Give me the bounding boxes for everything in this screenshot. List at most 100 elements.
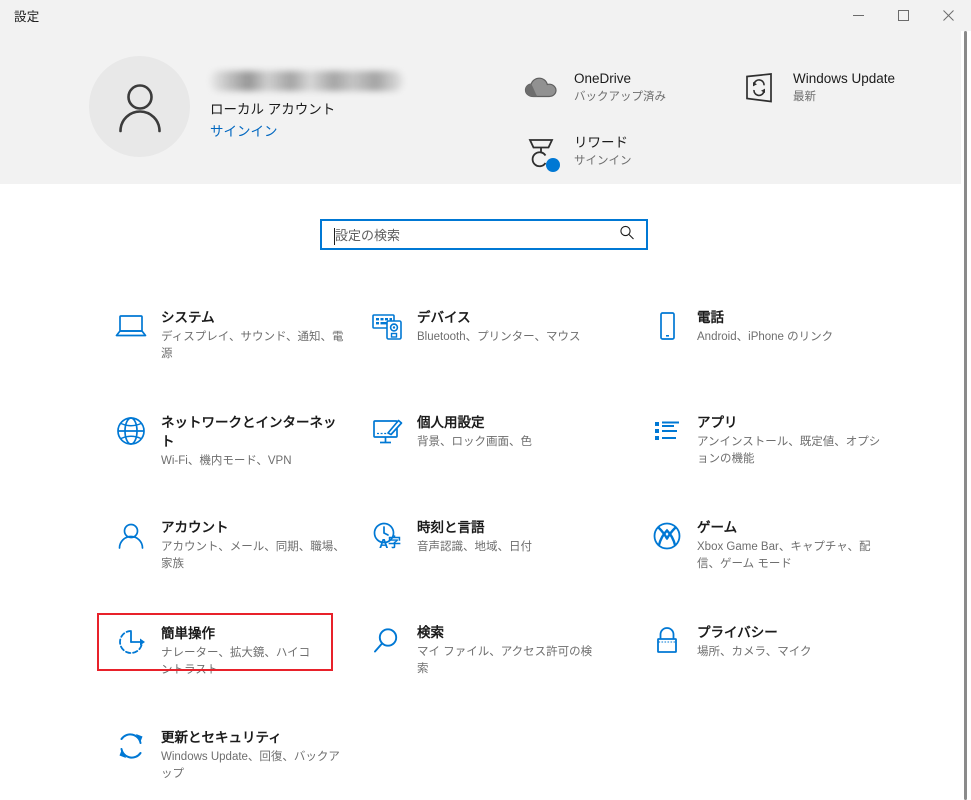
service-subtitle: 最新 (793, 89, 895, 106)
tile-subtitle: Bluetooth、プリンター、マウス (417, 329, 580, 346)
tile-privacy[interactable]: プライバシー 場所、カメラ、マイク (635, 615, 891, 673)
tile-subtitle: 場所、カメラ、マイク (697, 644, 812, 661)
service-title: OneDrive (574, 70, 666, 88)
tile-subtitle: Android、iPhone のリンク (697, 329, 833, 346)
tile-phone[interactable]: 電話 Android、iPhone のリンク (635, 300, 891, 358)
tile-title: 簡単操作 (161, 624, 321, 643)
tile-personalization[interactable]: 個人用設定 背景、ロック画面、色 (355, 405, 611, 463)
search-input[interactable]: 設定の検索 (320, 219, 648, 250)
apps-list-icon (645, 413, 689, 455)
tile-gaming[interactable]: ゲーム Xbox Game Bar、キャプチャ、配信、ゲーム モード (635, 510, 891, 581)
tile-text: ゲーム Xbox Game Bar、キャプチャ、配信、ゲーム モード (697, 518, 881, 573)
tile-system[interactable]: システム ディスプレイ、サウンド、通知、電源 (99, 300, 355, 371)
tile-title: ゲーム (697, 518, 881, 537)
tile-title: 検索 (417, 623, 601, 642)
account-name-redacted (210, 71, 403, 91)
magnifier-icon (365, 623, 409, 665)
tile-title: アカウント (161, 518, 345, 537)
tile-subtitle: 音声認識、地域、日付 (417, 539, 532, 556)
rewards-medal-icon (520, 131, 562, 173)
tile-time-language[interactable]: A 字 時刻と言語 音声認識、地域、日付 (355, 510, 611, 568)
tile-apps[interactable]: アプリ アンインストール、既定値、オプションの機能 (635, 405, 891, 476)
service-rewards[interactable]: リワード サインイン (520, 131, 632, 173)
tile-title: プライバシー (697, 623, 812, 642)
maximize-button[interactable] (881, 0, 926, 31)
tile-title: 時刻と言語 (417, 518, 532, 537)
tile-title: 電話 (697, 308, 833, 327)
window-controls (836, 0, 971, 31)
service-onedrive-text: OneDrive バックアップ済み (574, 67, 666, 106)
close-icon (943, 10, 954, 21)
service-subtitle: サインイン (574, 153, 632, 170)
tile-text: システム ディスプレイ、サウンド、通知、電源 (161, 308, 345, 363)
laptop-icon (109, 308, 153, 350)
tile-text: アカウント アカウント、メール、同期、職場、家族 (161, 518, 345, 573)
phone-icon (645, 308, 689, 350)
tile-update-security[interactable]: 更新とセキュリティ Windows Update、回復、バックアップ (99, 720, 355, 791)
tile-subtitle: ディスプレイ、サウンド、通知、電源 (161, 329, 345, 363)
globe-icon (109, 413, 153, 455)
tile-text: 簡単操作 ナレーター、拡大鏡、ハイコントラスト (161, 624, 321, 679)
onedrive-cloud-icon (520, 67, 562, 109)
rewards-notification-dot (546, 158, 560, 172)
search-container: 設定の検索 (320, 219, 648, 250)
tile-text: デバイス Bluetooth、プリンター、マウス (417, 308, 580, 346)
tile-ease-of-access[interactable]: 簡単操作 ナレーター、拡大鏡、ハイコントラスト (99, 615, 331, 669)
tile-text: アプリ アンインストール、既定値、オプションの機能 (697, 413, 881, 468)
update-security-icon (109, 728, 153, 770)
tile-subtitle: アンインストール、既定値、オプションの機能 (697, 434, 881, 468)
devices-keyboard-icon (365, 308, 409, 350)
tile-text: プライバシー 場所、カメラ、マイク (697, 623, 812, 661)
service-rewards-text: リワード サインイン (574, 131, 632, 170)
account-type-label: ローカル アカウント (210, 100, 403, 119)
avatar[interactable] (89, 56, 190, 157)
service-onedrive[interactable]: OneDrive バックアップ済み (520, 67, 666, 109)
personalization-brush-icon (365, 413, 409, 455)
tile-subtitle: Wi-Fi、機内モード、VPN (161, 453, 345, 470)
account-details: ローカル アカウント サインイン (210, 56, 403, 141)
tile-network-internet[interactable]: ネットワークとインターネット Wi-Fi、機内モード、VPN (99, 405, 355, 478)
account-section[interactable]: ローカル アカウント サインイン (89, 56, 403, 157)
settings-window: 設定 (0, 0, 971, 800)
vertical-scrollbar[interactable] (960, 31, 971, 800)
account-sign-in-link[interactable]: サインイン (210, 122, 403, 141)
time-language-icon: A 字 (365, 518, 409, 560)
tile-search[interactable]: 検索 マイ ファイル、アクセス許可の検索 (355, 615, 611, 686)
xbox-icon (645, 518, 689, 560)
account-header-band: ローカル アカウント サインイン OneDrive バックアップ済み (0, 31, 961, 184)
service-title: Windows Update (793, 70, 895, 88)
lock-icon (645, 623, 689, 665)
tile-title: ネットワークとインターネット (161, 413, 345, 451)
tile-title: デバイス (417, 308, 580, 327)
ease-of-access-icon (109, 624, 153, 666)
tile-title: システム (161, 308, 345, 327)
service-windows-update-text: Windows Update 最新 (793, 67, 895, 106)
minimize-icon (853, 10, 864, 21)
tile-title: 更新とセキュリティ (161, 728, 345, 747)
tile-subtitle: アカウント、メール、同期、職場、家族 (161, 539, 345, 573)
tile-subtitle: ナレーター、拡大鏡、ハイコントラスト (161, 645, 321, 679)
service-subtitle: バックアップ済み (574, 89, 666, 106)
tile-accounts[interactable]: アカウント アカウント、メール、同期、職場、家族 (99, 510, 355, 581)
person-icon (109, 518, 153, 560)
search-icon[interactable] (619, 224, 635, 245)
tile-devices[interactable]: デバイス Bluetooth、プリンター、マウス (355, 300, 611, 358)
tile-subtitle: Windows Update、回復、バックアップ (161, 749, 345, 783)
tile-text: 検索 マイ ファイル、アクセス許可の検索 (417, 623, 601, 678)
service-title: リワード (574, 134, 632, 152)
window-title: 設定 (14, 6, 40, 25)
tile-text: 時刻と言語 音声認識、地域、日付 (417, 518, 532, 556)
minimize-button[interactable] (836, 0, 881, 31)
tile-title: 個人用設定 (417, 413, 532, 432)
service-windows-update[interactable]: Windows Update 最新 (739, 67, 895, 109)
text-caret (334, 228, 335, 245)
tile-text: 更新とセキュリティ Windows Update、回復、バックアップ (161, 728, 345, 783)
tile-text: 個人用設定 背景、ロック画面、色 (417, 413, 532, 451)
maximize-icon (898, 10, 909, 21)
scrollbar-thumb[interactable] (964, 31, 967, 800)
svg-text:字: 字 (388, 535, 401, 551)
person-icon (115, 81, 165, 133)
tile-title: アプリ (697, 413, 881, 432)
title-bar: 設定 (0, 0, 971, 31)
close-button[interactable] (926, 0, 971, 31)
